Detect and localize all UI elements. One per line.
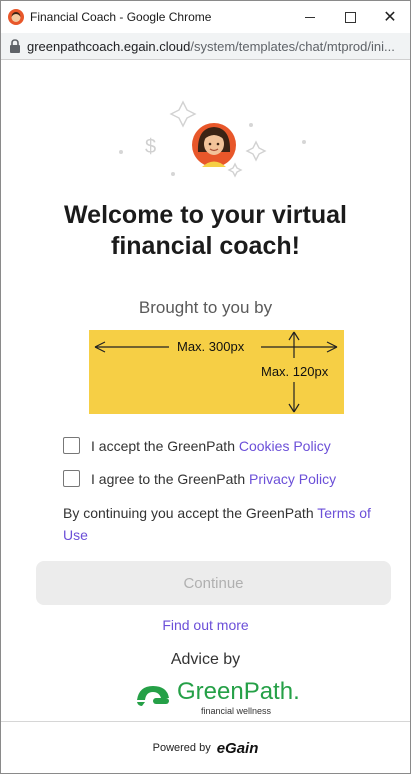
terms-notice: By continuing you accept the GreenPath T…: [63, 502, 383, 546]
cookies-policy-link[interactable]: Cookies Policy: [239, 438, 331, 454]
minimize-icon: [305, 16, 315, 18]
max-width-label: Max. 300px: [177, 339, 245, 354]
dollar-icon: $: [145, 136, 156, 158]
greenpath-tagline: financial wellness: [201, 706, 272, 716]
chat-welcome-panel: $ Welcome to your virtual financial coac…: [1, 60, 410, 720]
greenpath-logo-icon: [137, 686, 169, 706]
close-button[interactable]: ✕: [370, 1, 410, 33]
privacy-consent-row[interactable]: I agree to the GreenPath Privacy Policy: [63, 470, 336, 487]
continue-button[interactable]: Continue: [36, 561, 391, 605]
powered-by-footer: Powered by eGain: [1, 721, 410, 774]
find-out-more-link[interactable]: Find out more: [1, 617, 410, 633]
welcome-headline: Welcome to your virtual financial coach!: [64, 201, 347, 260]
cookies-consent-text: I accept the GreenPath: [91, 437, 235, 454]
max-height-label: Max. 120px: [261, 364, 329, 379]
privacy-checkbox[interactable]: [63, 470, 80, 487]
browser-window: Financial Coach - Google Chrome ✕ greenp…: [0, 0, 411, 774]
maximize-icon: [344, 11, 356, 23]
privacy-consent-text: I agree to the GreenPath: [91, 470, 246, 487]
window-title: Financial Coach - Google Chrome: [30, 10, 212, 24]
advice-by-label: Advice by: [170, 651, 241, 668]
egain-logo: eGain: [216, 739, 259, 757]
brought-by-label: Brought to you by: [138, 298, 273, 317]
maximize-button[interactable]: [330, 1, 370, 33]
greenpath-wordmark: GreenPath.: [177, 678, 300, 705]
privacy-policy-link[interactable]: Privacy Policy: [249, 471, 336, 487]
url-domain: greenpathcoach.egain.cloud: [27, 38, 191, 54]
greenpath-logo: GreenPath. financial wellness: [131, 678, 300, 716]
cookies-checkbox[interactable]: [63, 437, 80, 454]
cookies-consent-row[interactable]: I accept the GreenPath Cookies Policy: [63, 437, 331, 454]
address-bar[interactable]: greenpathcoach.egain.cloud/system/templa…: [1, 33, 410, 60]
title-bar: Financial Coach - Google Chrome ✕: [1, 1, 410, 33]
terms-text: By continuing you accept the GreenPath: [63, 505, 318, 521]
powered-by-label: Powered by: [152, 742, 211, 754]
partner-logo-placeholder: Max. 300px Max. 120px: [89, 330, 344, 414]
coach-avatar-icon: [8, 9, 24, 25]
coach-hero-illustration: $: [119, 100, 306, 178]
url-path: /system/templates/chat/mtprod/ini...: [190, 38, 395, 54]
url-text: greenpathcoach.egain.cloud/system/templa…: [27, 39, 395, 54]
minimize-button[interactable]: [290, 1, 330, 33]
coach-avatar-icon: [192, 123, 236, 167]
lock-icon: [10, 39, 20, 53]
